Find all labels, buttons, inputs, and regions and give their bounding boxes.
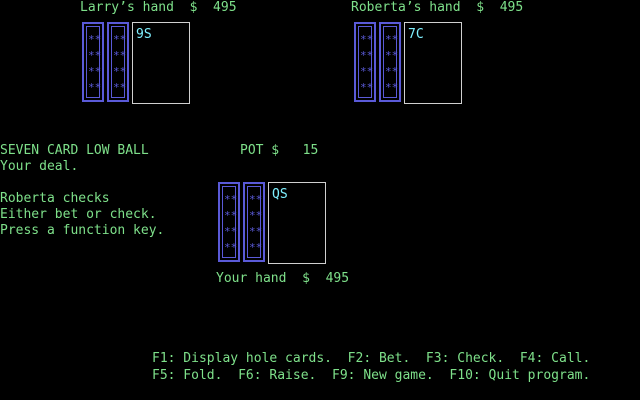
card-back: ** ** ** ** (243, 182, 265, 262)
card-back-pattern: ** ** ** ** (385, 33, 399, 94)
card-rank: 9S (136, 27, 152, 42)
roberta-hand-label: Roberta’s hand $ 495 (351, 0, 524, 15)
card-back: ** ** ** ** (218, 182, 240, 262)
your-hand: ** ** ** ** ** ** ** ** QS (218, 182, 358, 272)
message-line: Either bet or check. (0, 207, 157, 222)
pot-amount: POT $ 15 (240, 143, 319, 158)
roberta-hand: ** ** ** ** ** ** ** ** 7C (354, 22, 494, 112)
message-line: Press a function key. (0, 223, 165, 238)
face-up-card: QS (268, 182, 326, 264)
function-keys-line-2[interactable]: F5: Fold. F6: Raise. F9: New game. F10: … (152, 368, 590, 384)
game-title: SEVEN CARD LOW BALL (0, 143, 149, 158)
card-rank: 7C (408, 27, 424, 42)
function-keys-line-1[interactable]: F1: Display hole cards. F2: Bet. F3: Che… (152, 351, 590, 367)
larry-hand-label: Larry’s hand $ 495 (80, 0, 237, 15)
card-back-pattern: ** ** ** ** (88, 33, 102, 94)
card-back-pattern: ** ** ** ** (360, 33, 374, 94)
card-back-pattern: ** ** ** ** (249, 193, 263, 254)
face-up-card: 7C (404, 22, 462, 104)
card-back: ** ** ** ** (82, 22, 104, 102)
card-back: ** ** ** ** (107, 22, 129, 102)
card-back-pattern: ** ** ** ** (224, 193, 238, 254)
card-back: ** ** ** ** (354, 22, 376, 102)
message-line: Your deal. (0, 159, 79, 174)
card-rank: QS (272, 187, 288, 202)
your-hand-label: Your hand $ 495 (216, 271, 350, 286)
card-back-pattern: ** ** ** ** (113, 33, 127, 94)
face-up-card: 9S (132, 22, 190, 104)
message-line: Roberta checks (0, 191, 110, 206)
larry-hand: ** ** ** ** ** ** ** ** 9S (82, 22, 222, 112)
card-back: ** ** ** ** (379, 22, 401, 102)
